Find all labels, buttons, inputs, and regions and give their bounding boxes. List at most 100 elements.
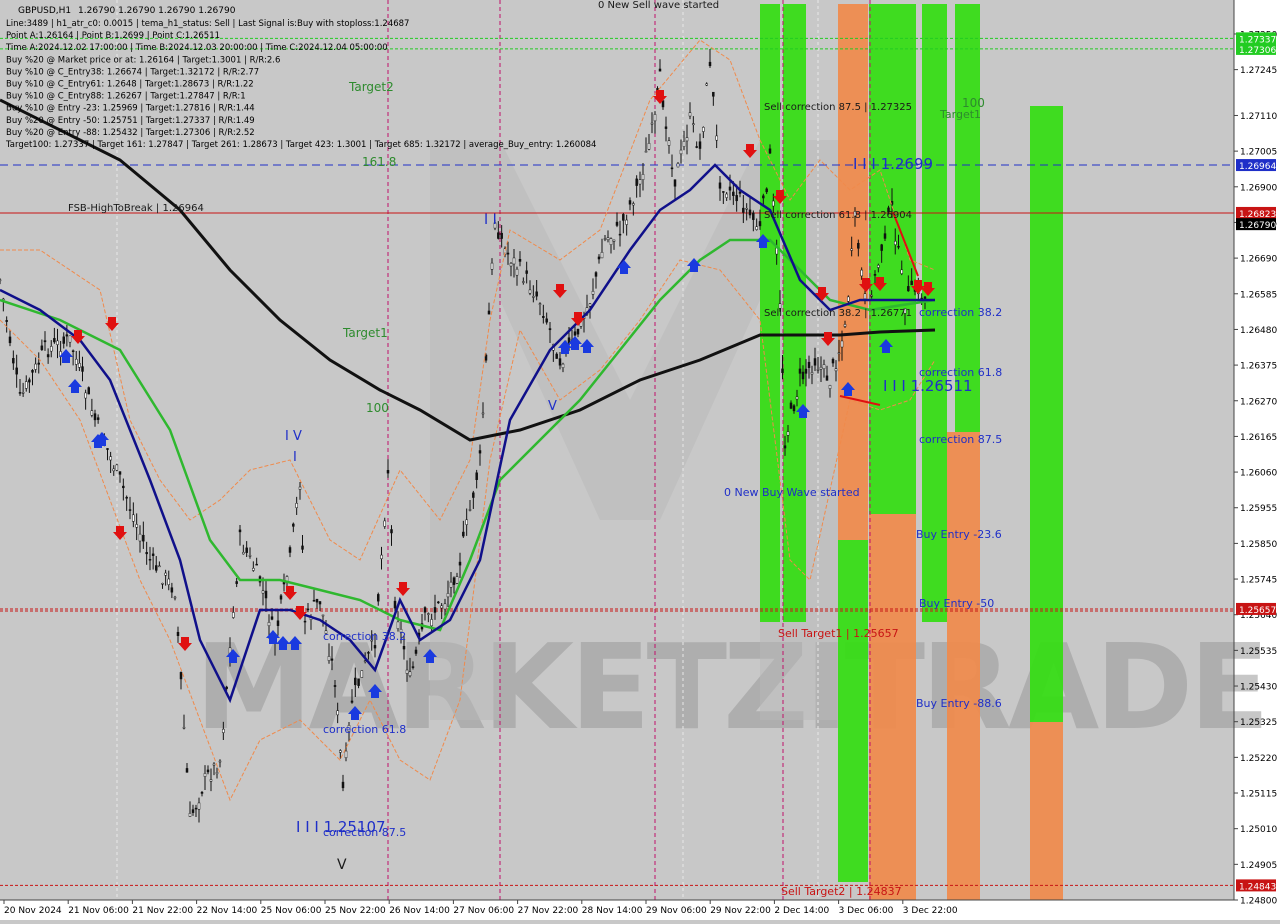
candle-body: [573, 331, 577, 336]
candle-body: [367, 652, 370, 654]
candle-body: [728, 186, 732, 191]
candle-body: [135, 524, 138, 528]
candle-body: [90, 410, 94, 416]
candle-body: [301, 545, 304, 550]
candle-body: [176, 631, 180, 636]
y-tick-label: 1.25745: [1240, 576, 1277, 586]
candle-body: [522, 281, 525, 283]
candle-body: [225, 686, 228, 689]
candle: [115, 463, 119, 472]
candle-body: [145, 552, 148, 555]
candle-body: [783, 445, 787, 449]
zone-bar-8: [947, 432, 980, 900]
candle-body: [109, 456, 112, 461]
candle-body: [670, 167, 674, 170]
candle-body: [128, 509, 132, 511]
annotation-13: Sell correction 61.8 | 1.26904: [764, 210, 912, 221]
candle-body: [383, 520, 386, 527]
candle-body: [755, 226, 758, 230]
y-tick-label: 1.26690: [1240, 255, 1277, 265]
zone-bar-6: [869, 514, 916, 900]
candle-body: [834, 368, 838, 372]
y-tick-label: 1.26900: [1240, 183, 1277, 193]
candle-body: [600, 251, 604, 259]
candle-body: [650, 122, 654, 125]
candle-body: [768, 148, 772, 154]
candle-body: [360, 670, 364, 678]
candle-body: [641, 174, 645, 181]
candle-body: [591, 290, 595, 295]
candle-body: [635, 178, 638, 186]
candle-body: [857, 242, 860, 249]
candle-body: [306, 608, 310, 611]
candle-body: [576, 328, 580, 335]
annotation-14: Sell correction 38.2 | 1.26771: [764, 308, 912, 319]
annotation-20: Buy Entry -23.6: [916, 528, 1002, 541]
candle-body: [765, 188, 768, 193]
price-tag-label-6: 1.25657: [1239, 606, 1276, 616]
candle-body: [462, 531, 465, 537]
candle-body: [772, 200, 775, 207]
candle-body: [5, 320, 8, 322]
candle-body: [390, 529, 393, 534]
candle-body: [427, 613, 430, 615]
candle-body: [625, 219, 628, 225]
candle-body: [350, 700, 354, 703]
candle-body: [138, 533, 142, 542]
annotation-18: correction 87.5: [919, 433, 1002, 446]
x-tick-label: 25 Nov 22:00: [325, 906, 386, 916]
annotation-21: Buy Entry -50: [919, 597, 994, 610]
candle-body: [173, 596, 177, 599]
candle-body: [705, 83, 708, 86]
y-tick-label: 1.25430: [1240, 683, 1277, 693]
candle-body: [863, 293, 867, 300]
candle-body: [725, 193, 728, 198]
y-tick-label: 1.25325: [1240, 718, 1277, 728]
candle-body: [786, 431, 790, 436]
candle-body: [161, 583, 164, 585]
candle-body: [303, 620, 307, 623]
candle-body: [373, 645, 377, 649]
candle-body: [209, 779, 213, 782]
candle-body: [682, 141, 686, 147]
candle-body: [758, 221, 762, 227]
candle-body: [336, 710, 339, 716]
annotation-7: I V: [285, 429, 302, 444]
y-tick-label: 1.27110: [1240, 112, 1277, 122]
candle-body: [354, 677, 357, 686]
candle-body: [333, 685, 337, 687]
annotation-24: correction 38.2: [323, 630, 406, 643]
candle-body: [25, 381, 28, 389]
candle: [87, 386, 90, 395]
candle-body: [506, 252, 510, 255]
candle-body: [440, 605, 443, 609]
candle-body: [267, 622, 271, 627]
candle-body: [357, 678, 360, 686]
candle-body: [295, 503, 298, 508]
candle-body: [515, 268, 519, 276]
candle-body: [545, 318, 548, 323]
info-line-4: Buy %20 @ Market price or at: 1.26164 | …: [6, 55, 280, 65]
candle-body: [822, 364, 826, 370]
candle-body: [525, 270, 528, 274]
annotation-8: I: [293, 450, 297, 465]
y-tick-label: 1.26165: [1240, 433, 1277, 443]
candle-body: [748, 209, 752, 216]
candle-body: [68, 335, 72, 343]
candle-body: [194, 807, 198, 810]
candle: [360, 670, 364, 678]
candle-body: [232, 612, 235, 618]
x-tick-label: 3 Dec 22:00: [903, 906, 958, 916]
candle-body: [512, 257, 516, 265]
x-tick-label: 27 Nov 22:00: [518, 906, 579, 916]
candle-body: [112, 468, 115, 472]
candle-body: [386, 470, 390, 474]
candle-body: [62, 336, 65, 344]
candle-body: [558, 358, 562, 366]
candle-body: [789, 402, 793, 409]
price-tag-label-3: 1.26964: [1239, 162, 1276, 172]
candle-body: [21, 392, 25, 394]
candle-body: [288, 547, 292, 553]
annotation-4: FSB-HighToBreak | 1.26964: [68, 203, 204, 214]
candle-body: [792, 405, 796, 412]
